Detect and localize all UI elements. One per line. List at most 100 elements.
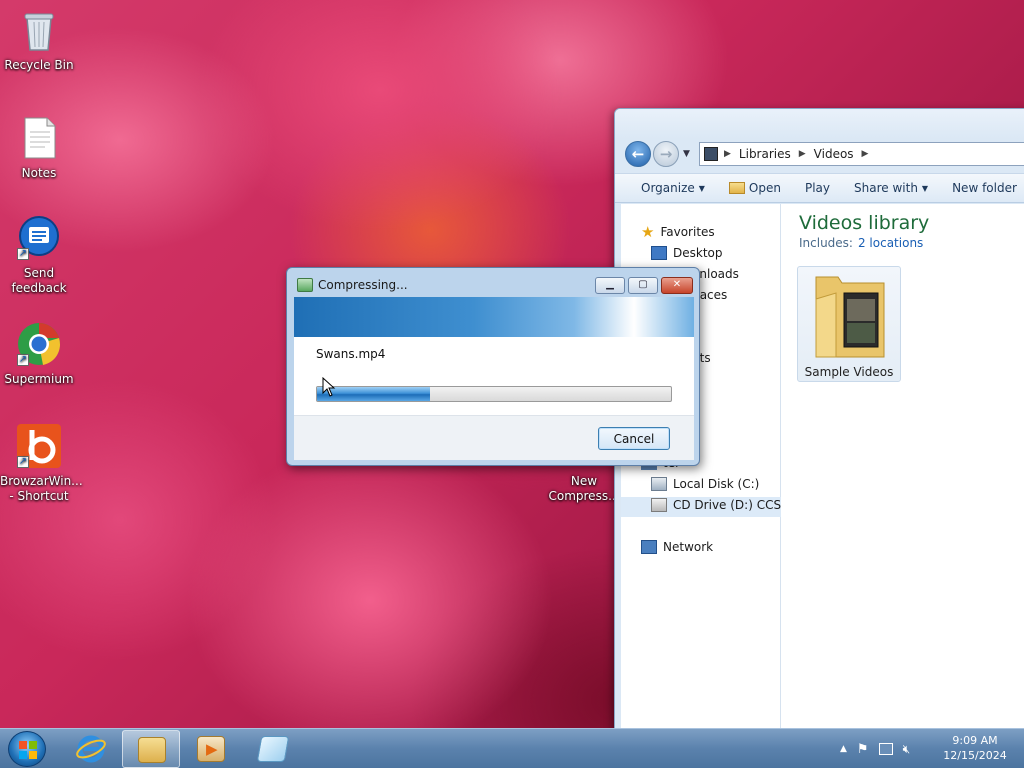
folder-icon xyxy=(138,737,166,763)
show-hidden-icons-icon[interactable]: ▲ xyxy=(840,744,847,754)
breadcrumb-arrow-icon[interactable]: ▶ xyxy=(724,149,731,159)
nav-label: Network xyxy=(663,540,714,554)
nav-label: Desktop xyxy=(673,246,723,260)
recent-pages-dropdown-icon[interactable]: ▼ xyxy=(683,149,690,159)
address-bar-row: ← → ▼ ▶ Libraries ▶ Videos ▶ xyxy=(621,139,1024,171)
action-center-flag-icon[interactable]: ⚑ xyxy=(857,742,869,757)
supermium-browser-icon: ↗ xyxy=(15,320,63,368)
desktop-icon-label: Supermium xyxy=(4,372,74,386)
compressing-dialog[interactable]: Compressing... ▁ ▢ ✕ Swans.mp4 Cancel xyxy=(286,267,700,466)
desktop-icon-label: Notes xyxy=(21,166,57,180)
command-bar: Organize ▼ Open Play Share with ▼ New fo… xyxy=(615,173,1024,203)
minimize-button[interactable]: ▁ xyxy=(595,277,625,294)
feedback-icon: ↗ xyxy=(15,214,63,262)
close-button[interactable]: ✕ xyxy=(661,277,693,294)
taskbar-internet-explorer[interactable] xyxy=(62,730,120,768)
nav-favorites[interactable]: ★ Favorites xyxy=(641,222,715,242)
system-tray: ▲ ⚑ 🔇︎ xyxy=(840,729,910,768)
desktop-icon-label: Recycle Bin xyxy=(4,58,74,72)
hard-drive-icon xyxy=(651,477,667,491)
clock[interactable]: 9:09 AM 12/15/2024 xyxy=(940,733,1010,763)
compressing-file-name: Swans.mp4 xyxy=(316,347,386,361)
folder-sample-videos[interactable]: Sample Videos xyxy=(797,266,901,382)
desktop-icon-send-feedback[interactable]: ↗ Send feedback xyxy=(0,214,78,296)
new-folder-button[interactable]: New folder xyxy=(940,181,1024,195)
forward-arrow-icon[interactable]: → xyxy=(653,141,679,167)
new-folder-label: New folder xyxy=(952,181,1017,195)
browzar-icon: ↗ xyxy=(15,422,63,470)
play-label: Play xyxy=(804,181,831,195)
recycle-bin-icon xyxy=(15,6,63,54)
play-icon: ▶ xyxy=(206,740,218,758)
locations-link[interactable]: 2 locations xyxy=(858,236,923,250)
nav-label: CD Drive (D:) CCSA_ xyxy=(673,498,796,512)
breadcrumb-arrow-icon[interactable]: ▶ xyxy=(799,149,806,159)
network-icon xyxy=(641,540,657,554)
taskbar: ▶ ▲ ⚑ 🔇︎ 9:09 AM 12/15/2024 xyxy=(0,728,1024,768)
play-button[interactable]: Play xyxy=(793,181,842,195)
share-with-button[interactable]: Share with ▼ xyxy=(842,181,940,195)
cd-drive-icon xyxy=(651,498,667,512)
video-folder-icon xyxy=(815,276,885,358)
chevron-down-icon: ▼ xyxy=(698,183,705,193)
desktop-icon-label: Send feedback xyxy=(11,266,67,295)
dialog-banner xyxy=(294,297,694,337)
includes-label: Includes: xyxy=(799,236,853,250)
open-label: Open xyxy=(748,181,781,195)
nav-label: Local Disk (C:) xyxy=(673,477,760,491)
shortcut-arrow-icon: ↗ xyxy=(17,248,29,260)
breadcrumb-libraries[interactable]: Libraries xyxy=(739,147,791,161)
shortcut-arrow-icon: ↗ xyxy=(17,456,29,468)
dialog-body: Swans.mp4 xyxy=(294,337,694,415)
share-with-label: Share with xyxy=(854,181,918,195)
nav-cd-drive[interactable]: CD Drive (D:) CCSA_ xyxy=(651,495,796,515)
compression-progress-bar xyxy=(316,386,672,402)
star-icon: ★ xyxy=(641,223,655,241)
desktop-icon-label: New Compress... xyxy=(548,474,620,503)
explorer-titlebar[interactable] xyxy=(615,109,1024,139)
address-bar[interactable]: ▶ Libraries ▶ Videos ▶ xyxy=(699,142,1024,166)
breadcrumb-arrow-icon[interactable]: ▶ xyxy=(862,149,869,159)
start-button[interactable] xyxy=(8,731,46,767)
organize-label: Organize xyxy=(641,181,695,195)
nav-network[interactable]: Network xyxy=(641,537,713,557)
library-title: Videos library xyxy=(799,212,930,234)
text-document-icon xyxy=(15,114,63,162)
maximize-button[interactable]: ▢ xyxy=(628,277,658,294)
video-library-icon xyxy=(704,147,718,161)
nav-desktop[interactable]: Desktop xyxy=(651,243,723,263)
mouse-pointer-icon xyxy=(322,377,336,397)
nav-local-disk[interactable]: Local Disk (C:) xyxy=(651,474,759,494)
desktop-icon xyxy=(651,246,667,260)
volume-muted-icon[interactable]: 🔇︎ xyxy=(903,742,911,757)
content-pane[interactable]: Videos library Includes: 2 locations Samp… xyxy=(781,204,1024,729)
nav-label: Favorites xyxy=(660,225,715,239)
compress-app-icon xyxy=(297,278,313,292)
chevron-down-icon: ▼ xyxy=(921,183,929,193)
desktop-icon-browzar[interactable]: ↗ BrowzarWin... - Shortcut xyxy=(0,422,83,504)
dialog-title: Compressing... xyxy=(318,278,408,292)
taskbar-compress-app[interactable] xyxy=(244,730,302,768)
dialog-footer: Cancel xyxy=(294,415,694,460)
desktop-icon-label: BrowzarWin... - Shortcut xyxy=(0,474,83,503)
desktop-icon-new-compressed[interactable]: New Compress... xyxy=(546,474,624,504)
compress-app-icon xyxy=(256,736,290,762)
internet-explorer-icon xyxy=(76,735,106,763)
cancel-button[interactable]: Cancel xyxy=(598,427,670,450)
library-includes: Includes: 2 locations xyxy=(799,236,923,250)
desktop-icon-notes[interactable]: Notes xyxy=(0,114,78,181)
shortcut-arrow-icon: ↗ xyxy=(17,354,29,366)
desktop-icon-recycle-bin[interactable]: Recycle Bin xyxy=(0,6,78,73)
breadcrumb-videos[interactable]: Videos xyxy=(814,147,854,161)
taskbar-windows-explorer[interactable] xyxy=(122,730,180,768)
organize-button[interactable]: Organize ▼ xyxy=(615,181,717,195)
network-status-icon[interactable] xyxy=(878,743,893,755)
desktop-icon-supermium[interactable]: ↗ Supermium xyxy=(0,320,78,387)
open-folder-icon xyxy=(728,182,745,194)
clock-time: 9:09 AM xyxy=(952,734,998,747)
folder-label: Sample Videos xyxy=(804,365,894,379)
open-button[interactable]: Open xyxy=(717,181,793,195)
taskbar-media-player[interactable]: ▶ xyxy=(182,730,240,768)
clock-date: 12/15/2024 xyxy=(943,749,1007,762)
back-arrow-icon[interactable]: ← xyxy=(625,141,651,167)
